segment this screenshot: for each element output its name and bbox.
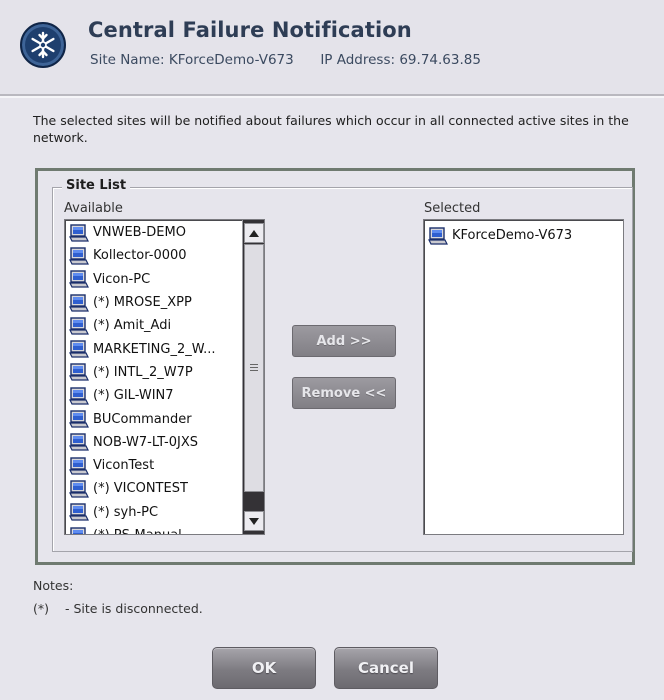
ok-button[interactable]: OK — [212, 647, 316, 689]
available-label: Available — [64, 201, 123, 216]
description-text: The selected sites will be notified abou… — [33, 113, 629, 145]
site-name: ViconTest — [93, 458, 155, 474]
computer-icon — [69, 247, 89, 265]
cancel-button[interactable]: Cancel — [334, 647, 438, 689]
site-name: Kollector-0000 — [93, 248, 187, 264]
notes-line: (*) - Site is disconnected. — [33, 597, 203, 620]
notes-title: Notes: — [33, 578, 74, 593]
site-info: Site Name: KForceDemo-V673 IP Address: 6… — [90, 52, 481, 68]
scroll-grip-icon — [250, 364, 258, 371]
site-name: (*) VICONTEST — [93, 481, 188, 497]
computer-icon — [69, 456, 89, 475]
computer-icon — [69, 223, 89, 242]
list-item[interactable]: (*) INTL_2_W7P — [65, 361, 242, 384]
list-item[interactable]: Kollector-0000 — [65, 244, 242, 267]
site-name: KForceDemo-V673 — [452, 228, 573, 244]
site-name: VNWEB-DEMO — [93, 225, 186, 241]
computer-icon — [69, 293, 89, 312]
site-name: BUCommander — [93, 411, 192, 427]
list-item[interactable]: (*) MROSE_XPP — [65, 291, 242, 314]
site-name: (*) syh-PC — [93, 504, 159, 520]
list-item[interactable]: ViconTest — [65, 454, 242, 477]
selected-label: Selected — [424, 201, 481, 216]
list-item[interactable]: VNWEB-DEMO — [65, 221, 242, 244]
arrow-down-icon — [249, 517, 259, 525]
list-item[interactable]: (*) GIL-WIN7 — [65, 384, 242, 407]
scroll-down-button[interactable] — [244, 511, 264, 531]
site-name-label: Site Name: — [90, 52, 165, 68]
list-item[interactable]: Vicon-PC — [65, 268, 242, 291]
list-item[interactable]: MARKETING_2_W... — [65, 337, 242, 360]
notes-key: (*) — [33, 601, 50, 616]
computer-icon — [69, 503, 89, 521]
available-items: VNWEB-DEMO Kollector-0000 Vicon-PC (*) MROS… — [65, 221, 242, 534]
list-item[interactable]: NOB-W7-LT-0JXS — [65, 431, 242, 454]
site-name: (*) INTL_2_W7P — [93, 364, 193, 380]
arrow-up-icon — [249, 229, 259, 237]
dialog-header: Central Failure Notification Site Name: … — [0, 0, 664, 98]
list-item[interactable]: KForceDemo-V673 — [424, 224, 623, 247]
computer-icon — [69, 433, 89, 451]
site-name: (*) Amit_Adi — [93, 318, 172, 334]
computer-icon — [69, 363, 89, 382]
scroll-up-button[interactable] — [244, 223, 264, 243]
list-item[interactable]: (*) Amit_Adi — [65, 314, 242, 337]
add-button[interactable]: Add >> — [292, 325, 396, 357]
dialog-title: Central Failure Notification — [88, 18, 412, 42]
site-list-title: Site List — [62, 178, 131, 193]
scroll-thumb[interactable] — [244, 244, 264, 492]
site-name-value: KForceDemo-V673 — [168, 52, 294, 68]
remove-button[interactable]: Remove << — [292, 377, 396, 409]
computer-icon — [69, 526, 89, 534]
site-name: Vicon-PC — [93, 271, 151, 287]
computer-icon — [69, 340, 89, 358]
computer-icon — [69, 317, 89, 335]
selected-sites-list[interactable]: KForceDemo-V673 — [423, 219, 624, 535]
selected-items: KForceDemo-V673 — [424, 224, 623, 247]
site-name: (*) MROSE_XPP — [93, 295, 192, 311]
list-item[interactable]: (*) PS-Manual — [65, 524, 242, 534]
site-name: (*) PS-Manual — [93, 528, 182, 534]
list-item[interactable]: BUCommander — [65, 407, 242, 430]
site-name: (*) GIL-WIN7 — [93, 388, 174, 404]
list-item[interactable]: (*) syh-PC — [65, 501, 242, 524]
available-sites-list[interactable]: VNWEB-DEMO Kollector-0000 Vicon-PC (*) MROS… — [64, 219, 265, 535]
site-name: NOB-W7-LT-0JXS — [93, 434, 199, 450]
computer-icon — [69, 480, 89, 498]
computer-icon — [69, 410, 89, 428]
computer-icon — [428, 226, 448, 245]
available-list-scrollbar[interactable] — [242, 220, 264, 534]
site-name: MARKETING_2_W... — [93, 341, 216, 357]
notes-text: - Site is disconnected. — [65, 601, 203, 616]
ip-address-label: IP Address: — [320, 52, 396, 68]
list-item[interactable]: (*) VICONTEST — [65, 477, 242, 500]
notes-section: Notes: (*) - Site is disconnected. — [33, 574, 203, 620]
computer-icon — [69, 387, 89, 405]
ip-address-value: 69.74.63.85 — [399, 52, 481, 68]
snowflake-logo-icon — [20, 22, 66, 68]
computer-icon — [69, 270, 89, 288]
